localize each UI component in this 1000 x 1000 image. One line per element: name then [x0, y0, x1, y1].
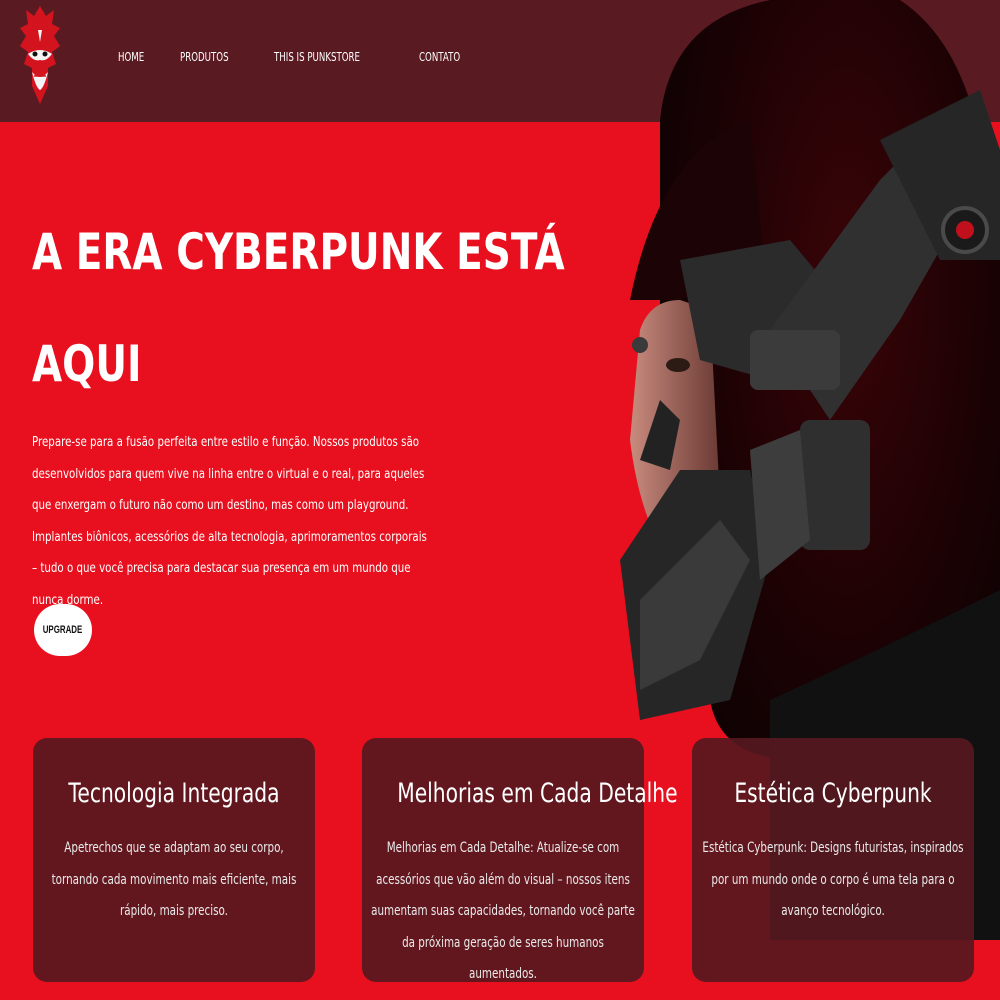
feature-card-title: Estética Cyberpunk [734, 778, 932, 809]
upgrade-button[interactable]: UPGRADE [34, 604, 92, 656]
feature-card-text: Estética Cyberpunk: Designs futuristas, … [702, 840, 964, 919]
samurai-mask-logo[interactable] [16, 2, 64, 112]
feature-card-text: Melhorias em Cada Detalhe: Atualize-se c… [371, 840, 635, 982]
feature-card-title: Tecnologia Integrada [68, 778, 280, 809]
feature-card-tecnologia: Tecnologia Integrada Apetrechos que se a… [33, 738, 315, 982]
upgrade-button-label: UPGRADE [43, 624, 83, 636]
feature-card-melhorias: Melhorias em Cada Detalhe Melhorias em C… [362, 738, 678, 982]
nav-produtos[interactable]: PRODUTOS [180, 50, 229, 64]
nav-contato[interactable]: CONTATO [419, 50, 460, 64]
feature-card-estetica: Estética Cyberpunk Estética Cyberpunk: D… [692, 738, 974, 982]
nav-home[interactable]: HOME [118, 50, 144, 64]
nav-this-is-punkstore[interactable]: THIS IS PUNKSTORE [274, 50, 360, 64]
hero-title: A ERA CYBERPUNK ESTÁ AQUI [32, 196, 565, 420]
feature-card-title: Melhorias em Cada Detalhe [397, 778, 678, 809]
hero-description: Prepare-se para a fusão perfeita entre e… [32, 434, 427, 608]
main-nav: HOME PRODUTOS THIS IS PUNKSTORE CONTATO [118, 50, 503, 64]
hero-title-line-2: AQUI [32, 335, 142, 393]
feature-card-text: Apetrechos que se adaptam ao seu corpo, … [51, 840, 297, 919]
hero-title-line-1: A ERA CYBERPUNK ESTÁ [32, 223, 565, 281]
